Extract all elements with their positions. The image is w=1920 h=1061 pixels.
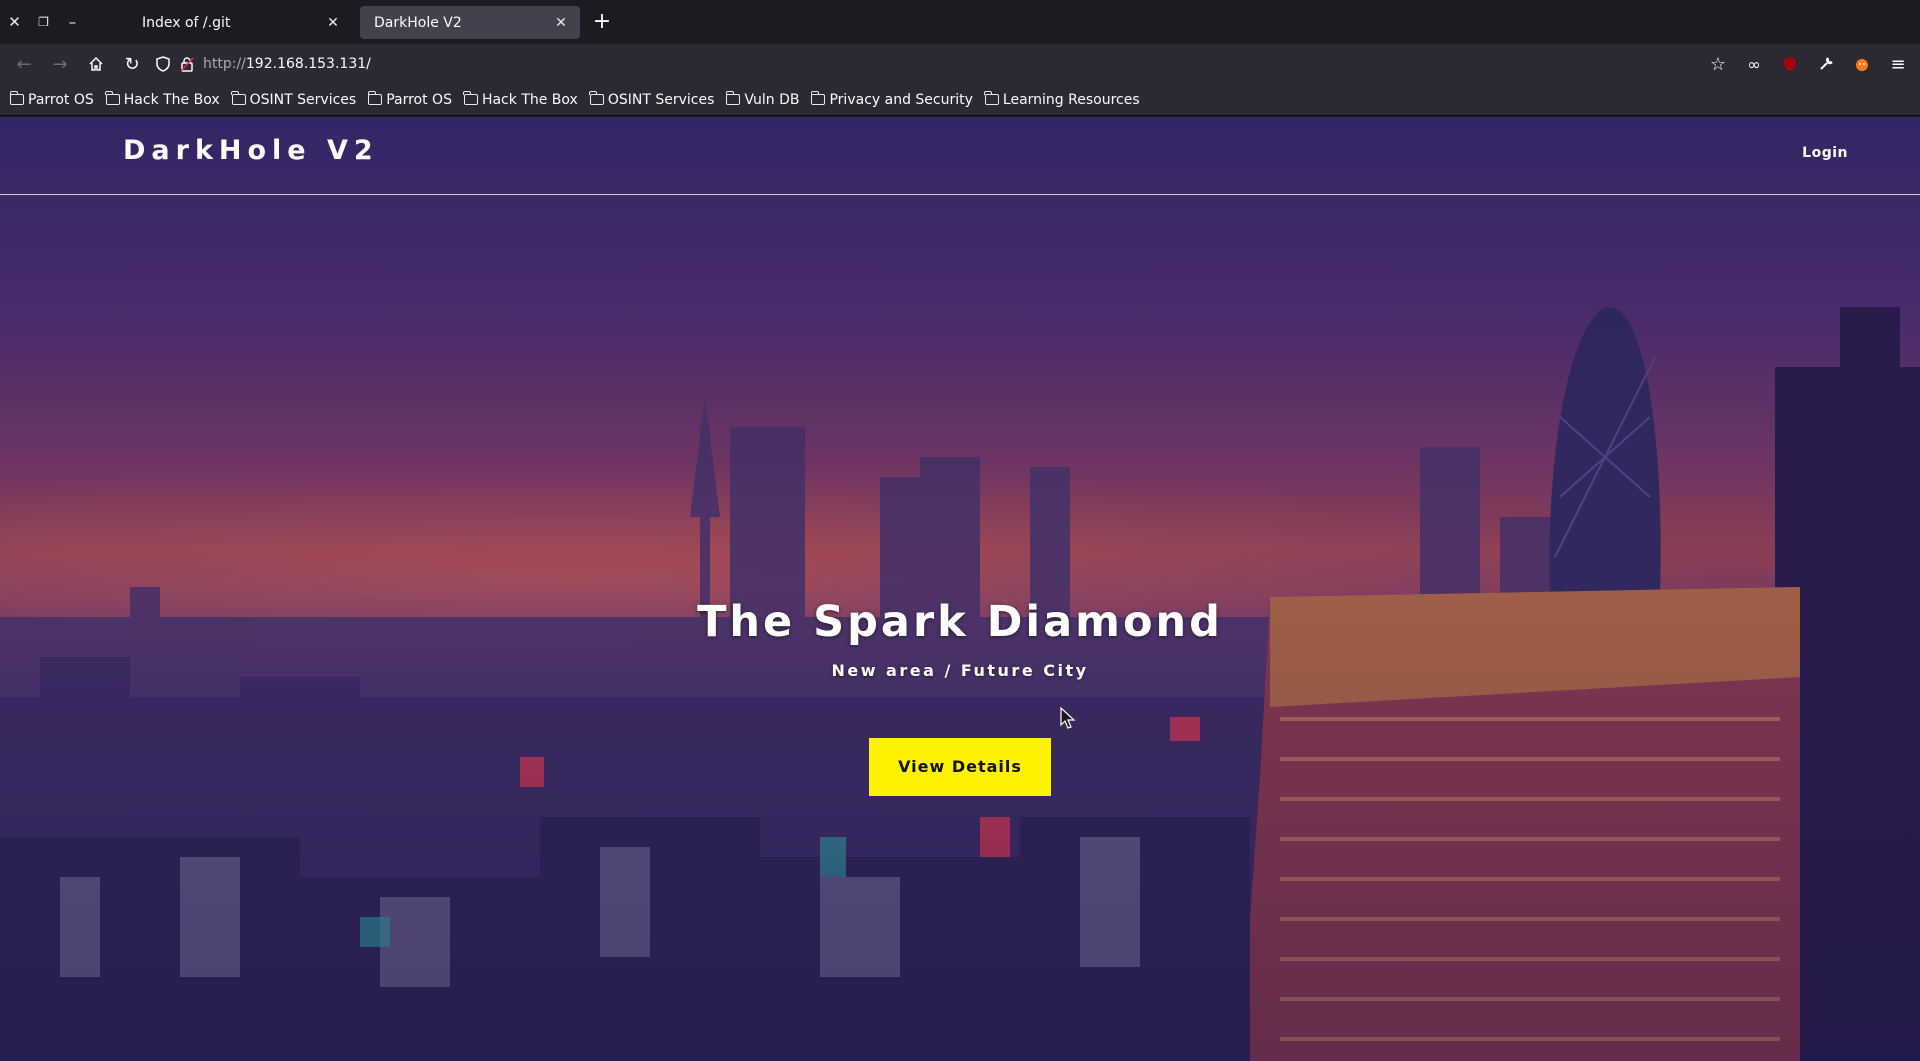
folder-icon [9, 91, 24, 105]
tab-bar: ✕ ❐ – Index of /.git ✕ DarkHole V2 ✕ + [0, 0, 1920, 44]
wrench-icon[interactable] [1808, 48, 1844, 80]
bookmark-folder[interactable]: Hack The Box [463, 91, 578, 108]
folder-icon [725, 91, 741, 105]
bookmark-label: OSINT Services [607, 91, 715, 108]
bookmark-folder[interactable]: Hack The Box [105, 91, 220, 108]
close-icon[interactable]: ✕ [0, 0, 29, 44]
bookmark-label: Parrot OS [386, 91, 452, 108]
restore-icon[interactable]: ❐ [29, 0, 58, 44]
tab-darkhole[interactable]: DarkHole V2 ✕ [360, 6, 580, 39]
tab-close-icon[interactable]: ✕ [324, 15, 342, 31]
site-header: DarkHole V2 Login [0, 117, 1920, 195]
site-brand[interactable]: DarkHole V2 [123, 135, 379, 166]
tab-title: Index of /.git [142, 14, 231, 31]
ublock-icon[interactable] [1772, 48, 1808, 80]
bookmark-folder[interactable]: Learning Resources [984, 91, 1140, 108]
bookmark-label: Hack The Box [481, 91, 578, 108]
hamburger-menu-icon[interactable]: ≡ [1880, 48, 1916, 80]
tab-index-git[interactable]: Index of /.git ✕ [128, 6, 352, 39]
bookmark-label: Hack The Box [123, 91, 220, 108]
login-link[interactable]: Login [1802, 145, 1848, 161]
bookmark-folder[interactable]: Privacy and Security [810, 91, 973, 108]
foxyproxy-icon[interactable] [1844, 48, 1880, 80]
bookmark-folder[interactable]: Vuln DB [725, 91, 800, 108]
shield-icon[interactable] [155, 56, 171, 72]
hero-title: The Spark Diamond [697, 597, 1223, 647]
url-bar[interactable]: http://192.168.153.131/ [155, 48, 1755, 80]
bookmark-folder[interactable]: Parrot OS [367, 91, 452, 108]
bookmark-label: Privacy and Security [829, 91, 973, 108]
hero-section: The Spark Diamond New area / Future City… [0, 597, 1920, 796]
folder-icon [463, 91, 478, 105]
bookmark-star-icon[interactable]: ☆ [1700, 48, 1736, 80]
bookmark-label: Learning Resources [1002, 91, 1140, 108]
folder-icon [810, 91, 826, 105]
bookmark-label: Parrot OS [28, 91, 94, 108]
home-icon[interactable] [78, 48, 114, 80]
folder-icon [589, 91, 604, 105]
bookmark-folder[interactable]: OSINT Services [231, 91, 357, 108]
view-details-button[interactable]: View Details [869, 738, 1051, 796]
bookmark-folder[interactable]: OSINT Services [589, 91, 715, 108]
tab-close-icon[interactable]: ✕ [552, 15, 570, 31]
minimize-icon[interactable]: – [58, 0, 87, 44]
tab-title: DarkHole V2 [374, 14, 462, 31]
bookmarks-toolbar: Parrot OS Hack The Box OSINT Services Pa… [0, 84, 1920, 116]
new-tab-button[interactable]: + [590, 10, 614, 34]
folder-icon [984, 91, 999, 105]
url-host: 192.168.153.131/ [245, 56, 371, 72]
reload-icon[interactable]: ↻ [114, 48, 150, 80]
forward-arrow-icon[interactable]: → [42, 48, 78, 80]
bookmark-folder[interactable]: Parrot OS [9, 91, 94, 108]
folder-icon [105, 91, 120, 105]
folder-icon [367, 91, 383, 105]
bookmark-label: Vuln DB [744, 91, 800, 108]
mouse-cursor-icon [1060, 707, 1076, 729]
bookmark-label: OSINT Services [249, 91, 357, 108]
insecure-lock-icon[interactable] [179, 56, 195, 72]
folder-icon [231, 91, 246, 105]
page-viewport: DarkHole V2 Login The Spark Diamond New … [0, 117, 1920, 1061]
navigation-bar: ← → ↻ http://192.168.153.131/ ☆ ∞ ≡ [0, 44, 1920, 84]
color-overlay [0, 117, 1920, 1061]
back-arrow-icon[interactable]: ← [6, 48, 42, 80]
url-text[interactable]: http://192.168.153.131/ [203, 56, 371, 72]
hero-subtitle: New area / Future City [831, 661, 1089, 680]
url-protocol: http:// [203, 56, 246, 72]
mask-icon[interactable]: ∞ [1736, 48, 1772, 80]
